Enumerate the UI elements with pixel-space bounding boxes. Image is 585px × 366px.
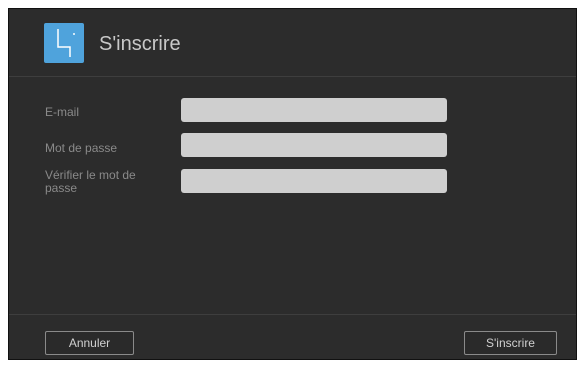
confirm-password-label-line2: passe [45,181,78,195]
dialog-footer: Annuler S'inscrire [9,314,576,361]
confirm-password-field[interactable] [181,169,447,193]
email-label: E-mail [45,105,80,119]
dialog-title: S'inscrire [99,33,181,55]
password-field[interactable] [181,133,447,157]
confirm-password-label: Vérifier le mot de passe [45,169,136,195]
register-dialog: S'inscrire E-mail Mot de passe Vérifier … [8,8,577,360]
app-logo-icon [44,23,84,63]
email-field[interactable] [181,98,447,122]
password-label: Mot de passe [45,141,118,155]
register-button[interactable]: S'inscrire [464,331,557,355]
cancel-button[interactable]: Annuler [45,331,134,355]
dialog-header: S'inscrire [9,9,576,77]
